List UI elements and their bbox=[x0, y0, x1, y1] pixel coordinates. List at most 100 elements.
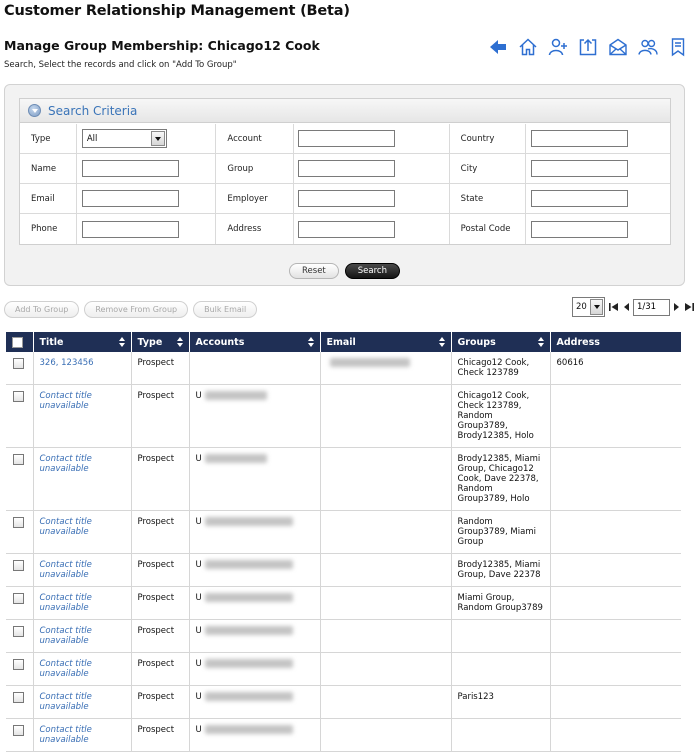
table-row[interactable]: Contact title unavailable Prospect U bbox=[6, 652, 681, 686]
sort-icon[interactable] bbox=[118, 337, 125, 347]
groups-cell bbox=[451, 619, 551, 653]
email-icon[interactable] bbox=[608, 37, 628, 57]
type-label: Type bbox=[31, 133, 51, 144]
type-cell: Prospect bbox=[131, 685, 190, 719]
row-checkbox[interactable] bbox=[13, 517, 24, 528]
table-row[interactable]: Contact title unavailable Prospect U Chi… bbox=[6, 384, 681, 448]
email-cell bbox=[320, 718, 452, 752]
page-size-value: 20 bbox=[576, 302, 587, 312]
collapse-icon[interactable] bbox=[28, 104, 41, 117]
contact-title-link[interactable]: Contact title unavailable bbox=[40, 454, 92, 474]
row-checkbox[interactable] bbox=[13, 391, 24, 402]
contact-title-link[interactable]: Contact title unavailable bbox=[40, 626, 92, 646]
row-checkbox[interactable] bbox=[13, 692, 24, 703]
email-cell bbox=[320, 553, 452, 587]
redacted-account bbox=[204, 659, 293, 668]
next-page-icon[interactable] bbox=[673, 301, 680, 313]
groups-column-header[interactable]: Groups bbox=[451, 332, 551, 352]
phone-label: Phone bbox=[31, 224, 58, 234]
type-select-value: All bbox=[86, 133, 98, 144]
table-row[interactable]: Contact title unavailable Prospect U Bro… bbox=[6, 447, 681, 511]
accounts-column-header[interactable]: Accounts bbox=[189, 332, 321, 352]
phone-input[interactable] bbox=[81, 220, 179, 238]
group-input[interactable] bbox=[298, 160, 396, 177]
sort-icon[interactable] bbox=[537, 337, 544, 347]
groups-cell: Random Group3789, Miami Group bbox=[451, 510, 551, 554]
address-cell bbox=[550, 685, 681, 719]
search-button[interactable]: Search bbox=[344, 263, 400, 279]
email-column-header[interactable]: Email bbox=[320, 332, 452, 352]
table-row[interactable]: Contact title unavailable Prospect U bbox=[6, 619, 681, 653]
contact-title-link[interactable]: 326, 123456 bbox=[40, 358, 94, 368]
type-select[interactable]: All bbox=[81, 129, 167, 148]
email-cell bbox=[320, 352, 452, 385]
page-title: Manage Group Membership: Chicago12 Cook bbox=[4, 38, 320, 53]
table-row[interactable]: 326, 123456 Prospect Chicago12 Cook, Che… bbox=[6, 352, 681, 385]
postal-code-input[interactable] bbox=[531, 220, 629, 238]
row-checkbox[interactable] bbox=[13, 560, 24, 571]
chevron-down-icon[interactable] bbox=[590, 299, 603, 315]
reset-button[interactable]: Reset bbox=[289, 263, 339, 279]
search-fields-grid: Type All Account Country Name Group City bbox=[20, 124, 670, 244]
table-row[interactable]: Contact title unavailable Prospect U Ran… bbox=[6, 510, 681, 554]
bookmark-icon[interactable] bbox=[668, 37, 688, 57]
row-checkbox[interactable] bbox=[13, 593, 24, 604]
page-number-input[interactable] bbox=[633, 298, 670, 316]
address-column-header[interactable]: Address bbox=[550, 332, 681, 352]
account-input[interactable] bbox=[298, 130, 396, 147]
row-checkbox[interactable] bbox=[13, 725, 24, 736]
contact-title-link[interactable]: Contact title unavailable bbox=[40, 725, 92, 745]
sort-icon[interactable] bbox=[307, 337, 314, 347]
redacted-account bbox=[204, 593, 293, 602]
table-row[interactable]: Contact title unavailable Prospect U Mia… bbox=[6, 586, 681, 620]
contact-title-link[interactable]: Contact title unavailable bbox=[40, 692, 92, 712]
city-input[interactable] bbox=[531, 160, 629, 177]
accounts-cell: U bbox=[189, 384, 321, 448]
row-checkbox[interactable] bbox=[13, 626, 24, 637]
back-arrow-icon[interactable] bbox=[488, 37, 508, 57]
search-criteria-header[interactable]: Search Criteria bbox=[20, 99, 670, 123]
state-label: State bbox=[460, 193, 484, 204]
name-input[interactable] bbox=[81, 160, 179, 177]
table-row[interactable]: Contact title unavailable Prospect U bbox=[6, 718, 681, 752]
group-label: Group bbox=[227, 163, 254, 174]
sort-icon[interactable] bbox=[438, 337, 445, 347]
bulk-email-button[interactable]: Bulk Email bbox=[193, 301, 258, 318]
row-checkbox[interactable] bbox=[13, 454, 24, 465]
contact-title-link[interactable]: Contact title unavailable bbox=[40, 517, 92, 537]
accounts-cell bbox=[189, 352, 321, 385]
remove-from-group-button[interactable]: Remove From Group bbox=[84, 301, 189, 318]
country-input[interactable] bbox=[531, 130, 629, 147]
contact-title-link[interactable]: Contact title unavailable bbox=[40, 391, 92, 411]
row-checkbox[interactable] bbox=[13, 659, 24, 670]
contact-title-link[interactable]: Contact title unavailable bbox=[40, 659, 92, 679]
table-row[interactable]: Contact title unavailable Prospect U Bro… bbox=[6, 553, 681, 587]
sort-icon[interactable] bbox=[176, 337, 183, 347]
row-checkbox[interactable] bbox=[13, 358, 24, 369]
table-row[interactable]: Contact title unavailable Prospect U Par… bbox=[6, 685, 681, 719]
home-icon[interactable] bbox=[518, 37, 538, 57]
last-page-icon[interactable] bbox=[683, 301, 695, 313]
accounts-cell: U bbox=[189, 510, 321, 554]
groups-icon[interactable] bbox=[638, 37, 658, 57]
prev-page-icon[interactable] bbox=[623, 301, 630, 313]
contact-title-link[interactable]: Contact title unavailable bbox=[40, 560, 92, 580]
first-page-icon[interactable] bbox=[608, 301, 620, 313]
search-criteria-box: Search Criteria Type All Account Country… bbox=[19, 98, 671, 245]
export-icon[interactable] bbox=[578, 37, 598, 57]
email-cell bbox=[320, 586, 452, 620]
add-contact-icon[interactable] bbox=[548, 37, 568, 57]
add-to-group-button[interactable]: Add To Group bbox=[4, 301, 80, 318]
type-cell: Prospect bbox=[131, 619, 190, 653]
accounts-cell: U bbox=[189, 447, 321, 511]
type-column-header[interactable]: Type bbox=[131, 332, 190, 352]
title-column-header[interactable]: Title bbox=[33, 332, 132, 352]
email-input[interactable] bbox=[81, 190, 179, 207]
address-input[interactable] bbox=[298, 220, 396, 238]
page-size-select[interactable]: 20 bbox=[572, 297, 605, 317]
state-input[interactable] bbox=[531, 190, 629, 207]
employer-input[interactable] bbox=[298, 190, 396, 207]
select-all-checkbox[interactable] bbox=[12, 336, 23, 348]
chevron-down-icon[interactable] bbox=[150, 131, 165, 146]
contact-title-link[interactable]: Contact title unavailable bbox=[40, 593, 92, 613]
